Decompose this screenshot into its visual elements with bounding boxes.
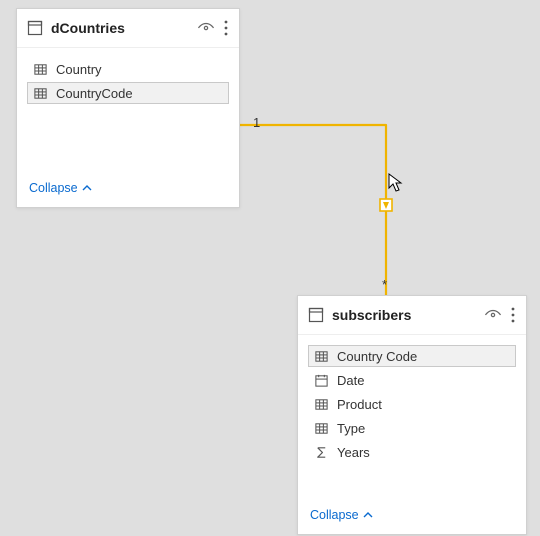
field-row[interactable]: Product — [308, 393, 516, 415]
field-label: Type — [337, 421, 365, 436]
table-icon — [27, 20, 43, 36]
table-icon — [308, 307, 324, 323]
field-label: Years — [337, 445, 370, 460]
mouse-cursor-icon — [388, 173, 404, 193]
field-label: Date — [337, 373, 364, 388]
more-options-icon[interactable] — [506, 304, 520, 326]
table-card-subscribers[interactable]: subscribers Country Code Date Product Type Y… — [297, 295, 527, 535]
chevron-up-icon — [363, 511, 373, 519]
field-row[interactable]: Type — [308, 417, 516, 439]
table-card-dCountries[interactable]: dCountries Country CountryCode Collapse — [16, 8, 240, 208]
collapse-link[interactable]: Collapse — [310, 508, 373, 522]
field-row[interactable]: Years — [308, 441, 516, 463]
field-row[interactable]: Country Code — [308, 345, 516, 367]
field-label: Product — [337, 397, 382, 412]
visibility-toggle-icon[interactable] — [482, 304, 504, 326]
table-header: subscribers — [298, 296, 526, 335]
column-icon — [313, 396, 329, 412]
field-row[interactable]: Country — [27, 58, 229, 80]
cardinality-many-label: * — [382, 277, 387, 292]
cardinality-one-label: 1 — [253, 115, 260, 130]
collapse-link[interactable]: Collapse — [29, 181, 92, 195]
field-row[interactable]: Date — [308, 369, 516, 391]
column-icon — [32, 85, 48, 101]
sigma-icon — [313, 444, 329, 460]
table-header: dCountries — [17, 9, 239, 48]
column-icon — [32, 61, 48, 77]
field-label: Country Code — [337, 349, 417, 364]
field-label: Country — [56, 62, 102, 77]
visibility-toggle-icon[interactable] — [195, 17, 217, 39]
column-icon — [313, 420, 329, 436]
chevron-up-icon — [82, 184, 92, 192]
table-title: dCountries — [51, 20, 195, 36]
field-label: CountryCode — [56, 86, 133, 101]
more-options-icon[interactable] — [219, 17, 233, 39]
calendar-icon — [313, 372, 329, 388]
table-title: subscribers — [332, 307, 482, 323]
column-icon — [313, 348, 329, 364]
collapse-label: Collapse — [29, 181, 78, 195]
field-row[interactable]: CountryCode — [27, 82, 229, 104]
collapse-label: Collapse — [310, 508, 359, 522]
